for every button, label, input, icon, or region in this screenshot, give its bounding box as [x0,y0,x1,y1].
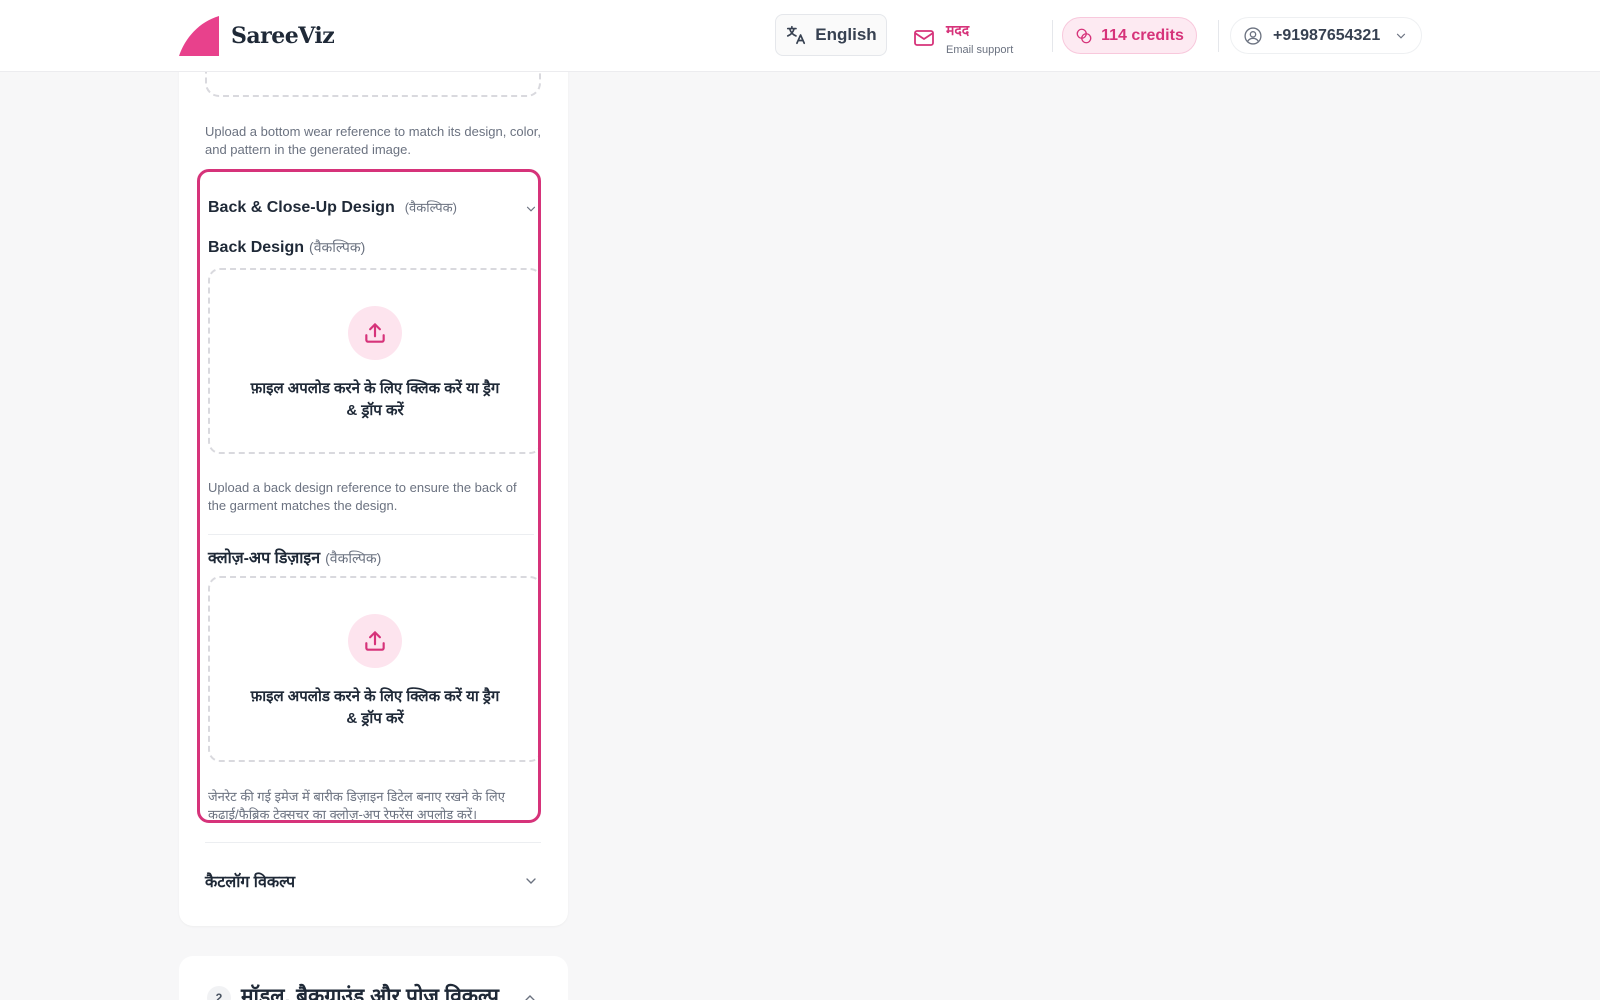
language-label: English [815,25,877,44]
user-avatar-icon [1244,26,1262,45]
upload-icon-wrap [348,614,402,668]
catalog-options-header[interactable]: कैटलॉग विकल्प [205,868,541,894]
upload-icon-wrap [348,306,402,360]
chevron-up-icon [525,995,535,1000]
back-design-label: Back Design (वैकल्पिक) [208,238,365,257]
credits-badge[interactable]: 114 credits [1062,17,1197,54]
optional-tag: (वैकल्पिक) [404,200,457,215]
divider [205,842,541,843]
upload-icon [365,323,385,343]
chevron-down-icon [526,878,536,884]
support-subtitle: Email support [946,43,1014,56]
app-logo[interactable]: SareeViz [179,16,335,56]
closeup-design-label: क्लोज़-अप डिज़ाइन (वैकल्पिक) [208,546,381,568]
back-design-label-text: Back Design [208,239,305,256]
divider [208,534,534,535]
back-design-dropzone[interactable]: फ़ाइल अपलोड करने के लिए क्लिक करें या ड्… [208,268,538,454]
dropzone-text: फ़ाइल अपलोड करने के लिए क्लिक करें या ड्… [250,688,500,727]
section-title: मॉडल, बैकग्राउंड और पोज़ विकल्प [241,985,499,1000]
chevron-down-icon [1397,33,1406,39]
catalog-label: कैटलॉग विकल्प [205,874,296,891]
logo-mark-icon [179,16,219,56]
optional-tag: (वैकल्पिक) [325,550,382,566]
mail-icon [914,30,934,46]
account-phone: +91987654321 [1273,26,1381,44]
closeup-design-label-text: क्लोज़-अप डिज़ाइन [208,550,321,567]
account-menu[interactable]: +91987654321 [1230,17,1422,54]
closeup-design-dropzone[interactable]: फ़ाइल अपलोड करने के लिए क्लिक करें या ड्… [208,576,538,762]
upload-icon [365,631,385,651]
step-number-badge: 2 [207,986,231,1000]
bottom-wear-helper: Upload a bottom wear reference to match … [205,124,542,157]
app-name: SareeViz [231,23,335,49]
language-button[interactable]: English [775,14,887,56]
optional-tag: (वैकल्पिक) [309,239,366,255]
email-support-link[interactable]: मदद Email support [912,18,1013,58]
header-divider [1218,20,1219,52]
credits-label: 114 credits [1101,26,1184,44]
chevron-down-icon[interactable] [524,202,538,216]
model-background-pose-section[interactable]: 2 मॉडल, बैकग्राउंड और पोज़ विकल्प [179,956,568,1000]
closeup-design-helper: जेनरेट की गई इमेज में बारीक डिज़ाइन डिटे… [208,789,505,822]
section-title: Back & Close-Up Design [208,199,395,216]
support-title: मदद [946,21,970,38]
back-closeup-section: Back & Close-Up Design (वैकल्पिक) Back D… [197,169,541,823]
header-divider [1052,20,1053,52]
coins-icon [1076,28,1092,43]
dropzone-text: फ़ाइल अपलोड करने के लिए क्लिक करें या ड्… [250,380,500,419]
top-header: SareeViz English मदद Email support 114 c… [0,0,1600,72]
back-design-helper: Upload a back design reference to ensure… [208,480,517,513]
translate-icon [787,25,806,45]
back-closeup-header[interactable]: Back & Close-Up Design (वैकल्पिक) [208,198,457,217]
